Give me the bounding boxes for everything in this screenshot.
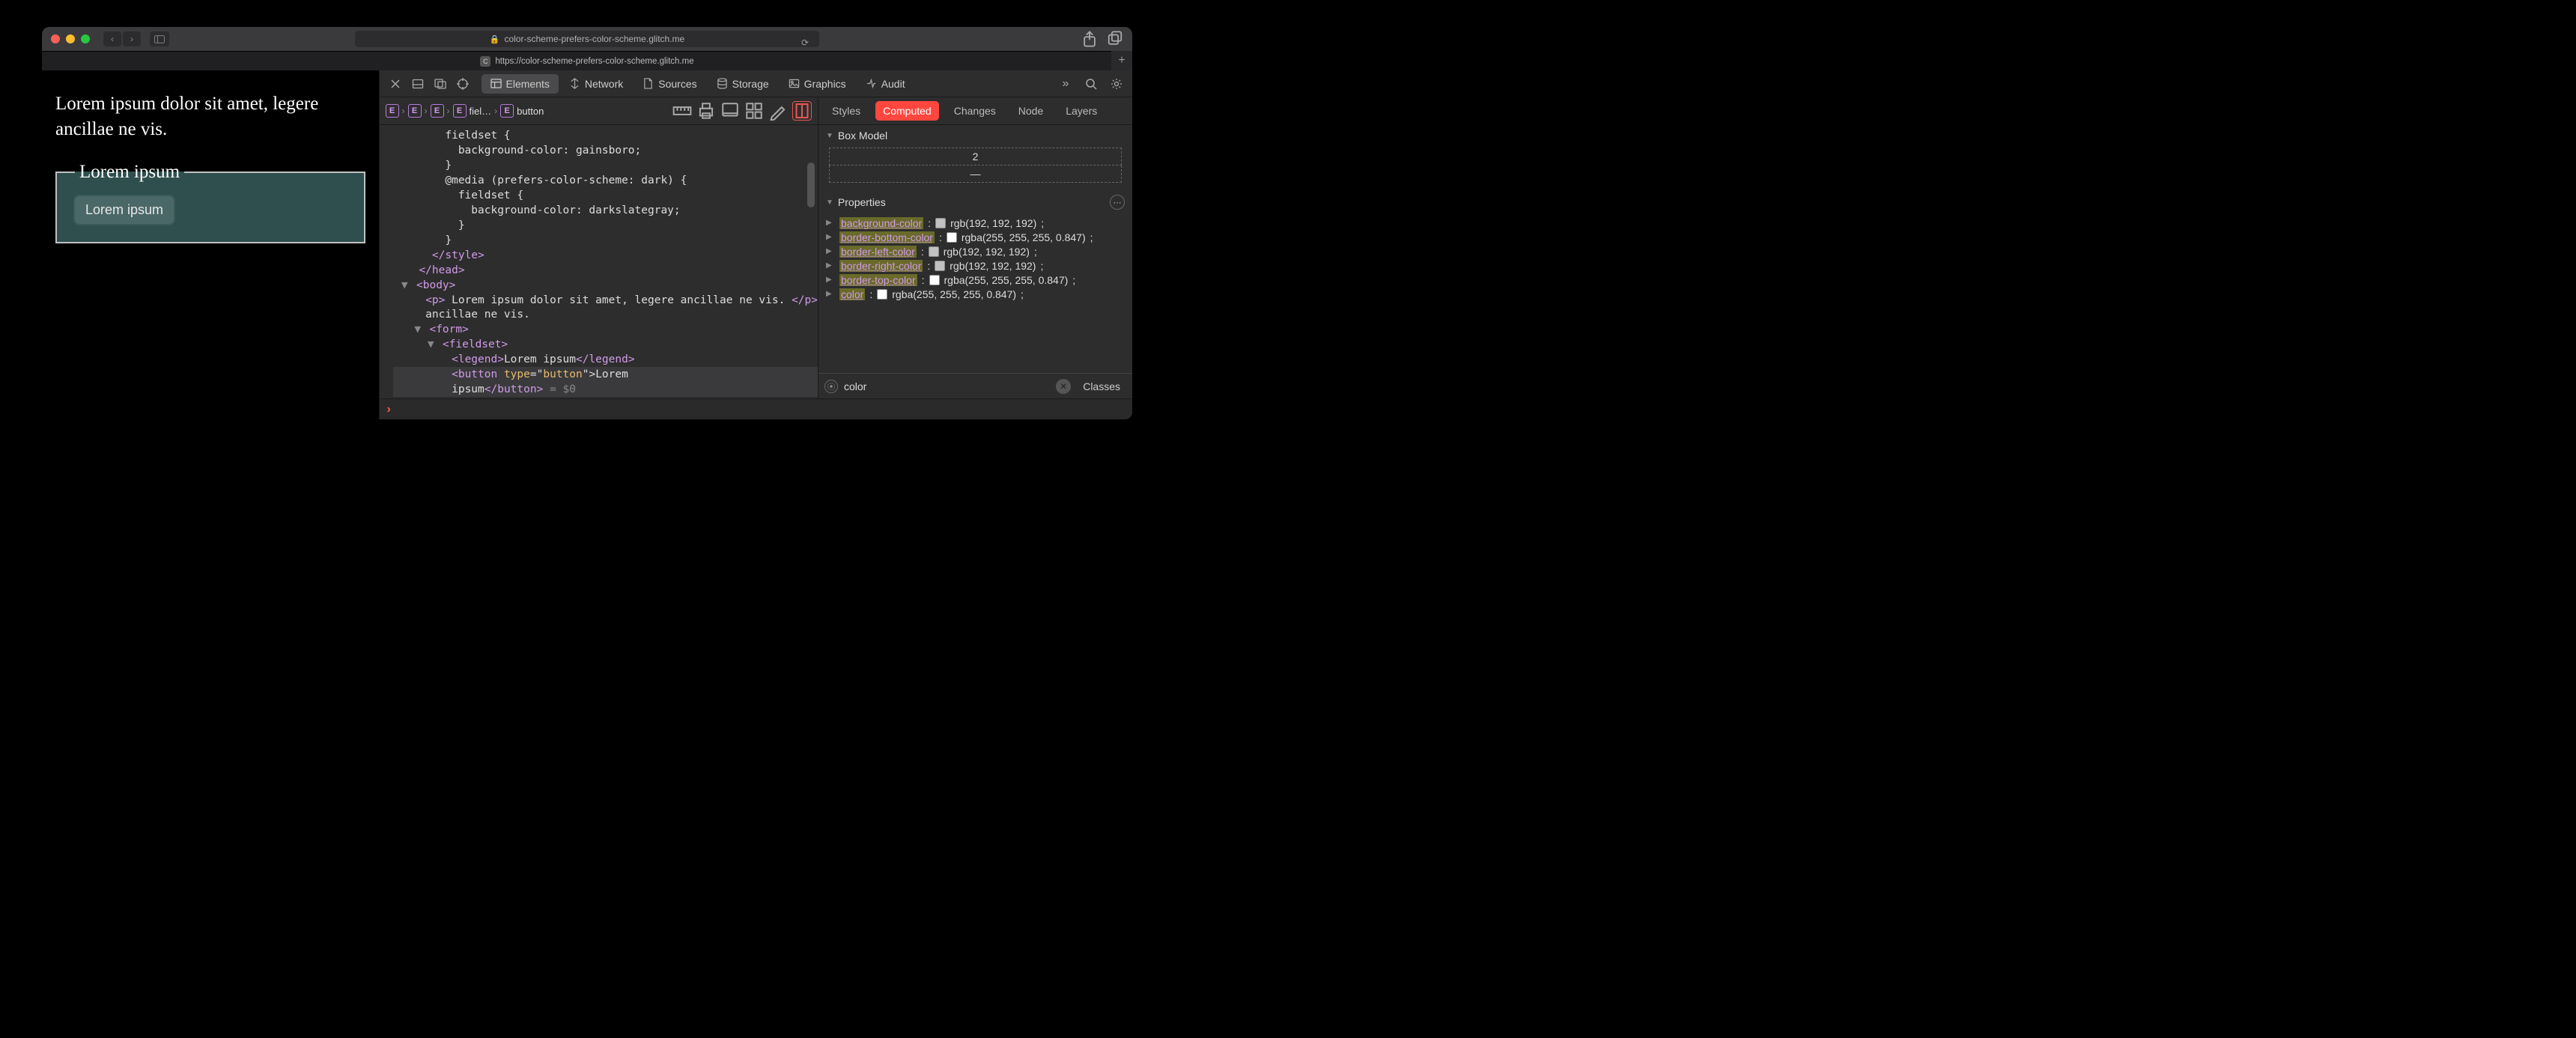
side-tab-computed[interactable]: Computed (875, 101, 939, 121)
side-tab-styles[interactable]: Styles (824, 101, 868, 121)
browser-tab[interactable]: C https://color-scheme-prefers-color-sch… (42, 51, 1132, 70)
nav-buttons: ‹ › (103, 31, 141, 46)
grid-icon[interactable] (744, 101, 764, 121)
property-row[interactable]: ▶border-top-color: rgba(255, 255, 255, 0… (826, 273, 1125, 287)
side-tab-layers[interactable]: Layers (1058, 101, 1105, 121)
close-inspector-button[interactable] (386, 74, 405, 94)
side-tab-changes[interactable]: Changes (947, 101, 1003, 121)
box-model: 2 — (818, 146, 1132, 190)
device-icon[interactable] (720, 101, 740, 121)
lock-icon: 🔒 (490, 34, 500, 44)
search-button[interactable] (1081, 74, 1101, 94)
window-controls (51, 34, 90, 43)
web-inspector: Elements Network Sources Storage (379, 70, 1132, 419)
favicon: C (480, 56, 490, 67)
clear-filter-button[interactable]: ✕ (1056, 379, 1071, 394)
filter-icon[interactable]: ⋯ (1110, 195, 1125, 210)
scrollbar[interactable] (807, 163, 815, 207)
forward-button[interactable]: › (123, 31, 141, 46)
computed-panel: ▼ Box Model 2 — ▼ Properties ⋯ ▶backgrou… (818, 125, 1132, 398)
page-button[interactable]: Lorem ipsum (75, 196, 174, 224)
breadcrumb-item[interactable]: E (431, 104, 444, 118)
filter-row: ⦿ ✕ Classes (818, 373, 1132, 398)
element-picker-button[interactable] (453, 74, 473, 94)
tab-graphics[interactable]: Graphics (780, 74, 855, 94)
paint-icon[interactable] (768, 101, 788, 121)
settings-button[interactable] (1107, 74, 1126, 94)
breadcrumb-item[interactable]: Efiel… (453, 104, 492, 118)
tab-storage[interactable]: Storage (708, 74, 778, 94)
tab-network[interactable]: Network (560, 74, 632, 94)
property-row[interactable]: ▶border-bottom-color: rgba(255, 255, 255… (826, 230, 1125, 244)
breadcrumb-item[interactable]: E (386, 104, 399, 118)
titlebar: ‹ › 🔒 color-scheme-prefers-color-scheme.… (42, 27, 1132, 51)
filter-input[interactable] (844, 380, 1050, 392)
breadcrumb-item[interactable]: E (408, 104, 422, 118)
property-row[interactable]: ▶border-left-color: rgb(192, 192, 192); (826, 244, 1125, 258)
back-button[interactable]: ‹ (103, 31, 121, 46)
page-paragraph: Lorem ipsum dolor sit amet, legere ancil… (55, 91, 365, 142)
sidebar-toggle-button[interactable] (150, 31, 169, 46)
inspector-toolbar: Elements Network Sources Storage (380, 70, 1132, 97)
filter-icon: ⦿ (824, 380, 838, 393)
classes-button[interactable]: Classes (1077, 378, 1126, 395)
maximize-window-button[interactable] (81, 34, 90, 43)
compositing-borders-icon[interactable] (792, 101, 812, 121)
dom-tree[interactable]: fieldset { background-color: gainsboro; … (380, 125, 818, 398)
tabs-overview-button[interactable] (1107, 31, 1123, 46)
dock-side-button[interactable] (431, 74, 450, 94)
breadcrumb-item[interactable]: Ebutton (500, 104, 544, 118)
tab-elements[interactable]: Elements (482, 74, 559, 94)
address-bar[interactable]: 🔒 color-scheme-prefers-color-scheme.glit… (355, 31, 819, 47)
reload-button[interactable]: ⟳ (797, 34, 813, 51)
dock-bottom-button[interactable] (408, 74, 428, 94)
tab-label: https://color-scheme-prefers-color-schem… (495, 57, 693, 66)
side-tab-node[interactable]: Node (1011, 101, 1051, 121)
properties-header[interactable]: ▼ Properties ⋯ (818, 190, 1132, 214)
box-model-top: 2 (829, 148, 1122, 166)
dom-breadcrumb: E › E › E › Efiel… › Ebutton (386, 104, 544, 118)
property-row[interactable]: ▶color: rgba(255, 255, 255, 0.847); (826, 287, 1125, 301)
side-tabs: Styles Computed Changes Node Layers (818, 97, 1132, 124)
rendered-page: Lorem ipsum dolor sit amet, legere ancil… (42, 70, 379, 419)
box-model-bottom: — (829, 166, 1122, 183)
safari-window: ‹ › 🔒 color-scheme-prefers-color-scheme.… (42, 27, 1132, 419)
ruler-icon[interactable] (672, 101, 692, 121)
console-prompt-icon: › (387, 403, 391, 416)
tab-audit[interactable]: Audit (857, 74, 914, 94)
properties-list: ▶background-color: rgb(192, 192, 192);▶b… (818, 214, 1132, 306)
dom-breadcrumb-row: E › E › E › Efiel… › Ebutton (380, 97, 818, 124)
box-model-header[interactable]: ▼ Box Model (818, 125, 1132, 146)
share-button[interactable] (1081, 31, 1098, 46)
tab-sources[interactable]: Sources (634, 74, 705, 94)
new-tab-button[interactable]: + (1111, 51, 1132, 70)
address-text: color-scheme-prefers-color-scheme.glitch… (504, 34, 684, 44)
print-styles-icon[interactable] (696, 101, 716, 121)
minimize-window-button[interactable] (66, 34, 75, 43)
page-fieldset: Lorem ipsum Lorem ipsum (55, 162, 365, 243)
tab-bar: C https://color-scheme-prefers-color-sch… (42, 51, 1132, 70)
console[interactable]: › (380, 398, 1132, 419)
more-tabs-button[interactable]: » (1056, 74, 1075, 94)
close-window-button[interactable] (51, 34, 60, 43)
property-row[interactable]: ▶background-color: rgb(192, 192, 192); (826, 216, 1125, 230)
page-legend: Lorem ipsum (75, 162, 184, 183)
property-row[interactable]: ▶border-right-color: rgb(192, 192, 192); (826, 258, 1125, 273)
